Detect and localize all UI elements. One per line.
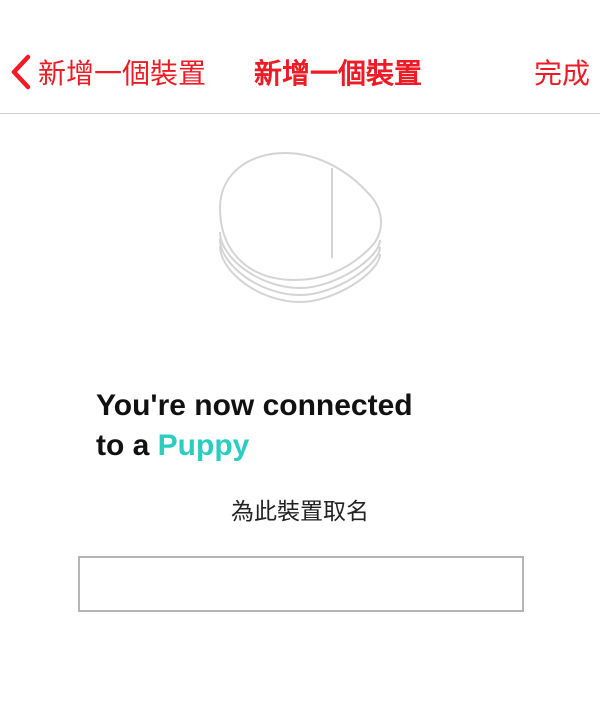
chevron-left-icon	[11, 54, 31, 90]
brand-name: Puppy	[157, 429, 250, 462]
back-button-label: 新增一個裝置	[38, 57, 207, 90]
headline-line-2-prefix: to a	[96, 429, 158, 462]
puppy-device-illustration	[218, 151, 382, 304]
device-name-input[interactable]	[78, 556, 524, 612]
headline-line-1: You're now connected	[96, 389, 413, 422]
page-title: 新增一個裝置	[254, 57, 423, 90]
done-button[interactable]: 完成	[534, 50, 590, 94]
back-button[interactable]: 新增一個裝置	[10, 50, 206, 94]
name-device-prompt: 為此裝置取名	[231, 499, 369, 525]
navigation-bar: 新增一個裝置 新增一個裝置 完成	[0, 0, 600, 114]
connected-headline: You're now connected to a Puppy	[96, 386, 516, 466]
